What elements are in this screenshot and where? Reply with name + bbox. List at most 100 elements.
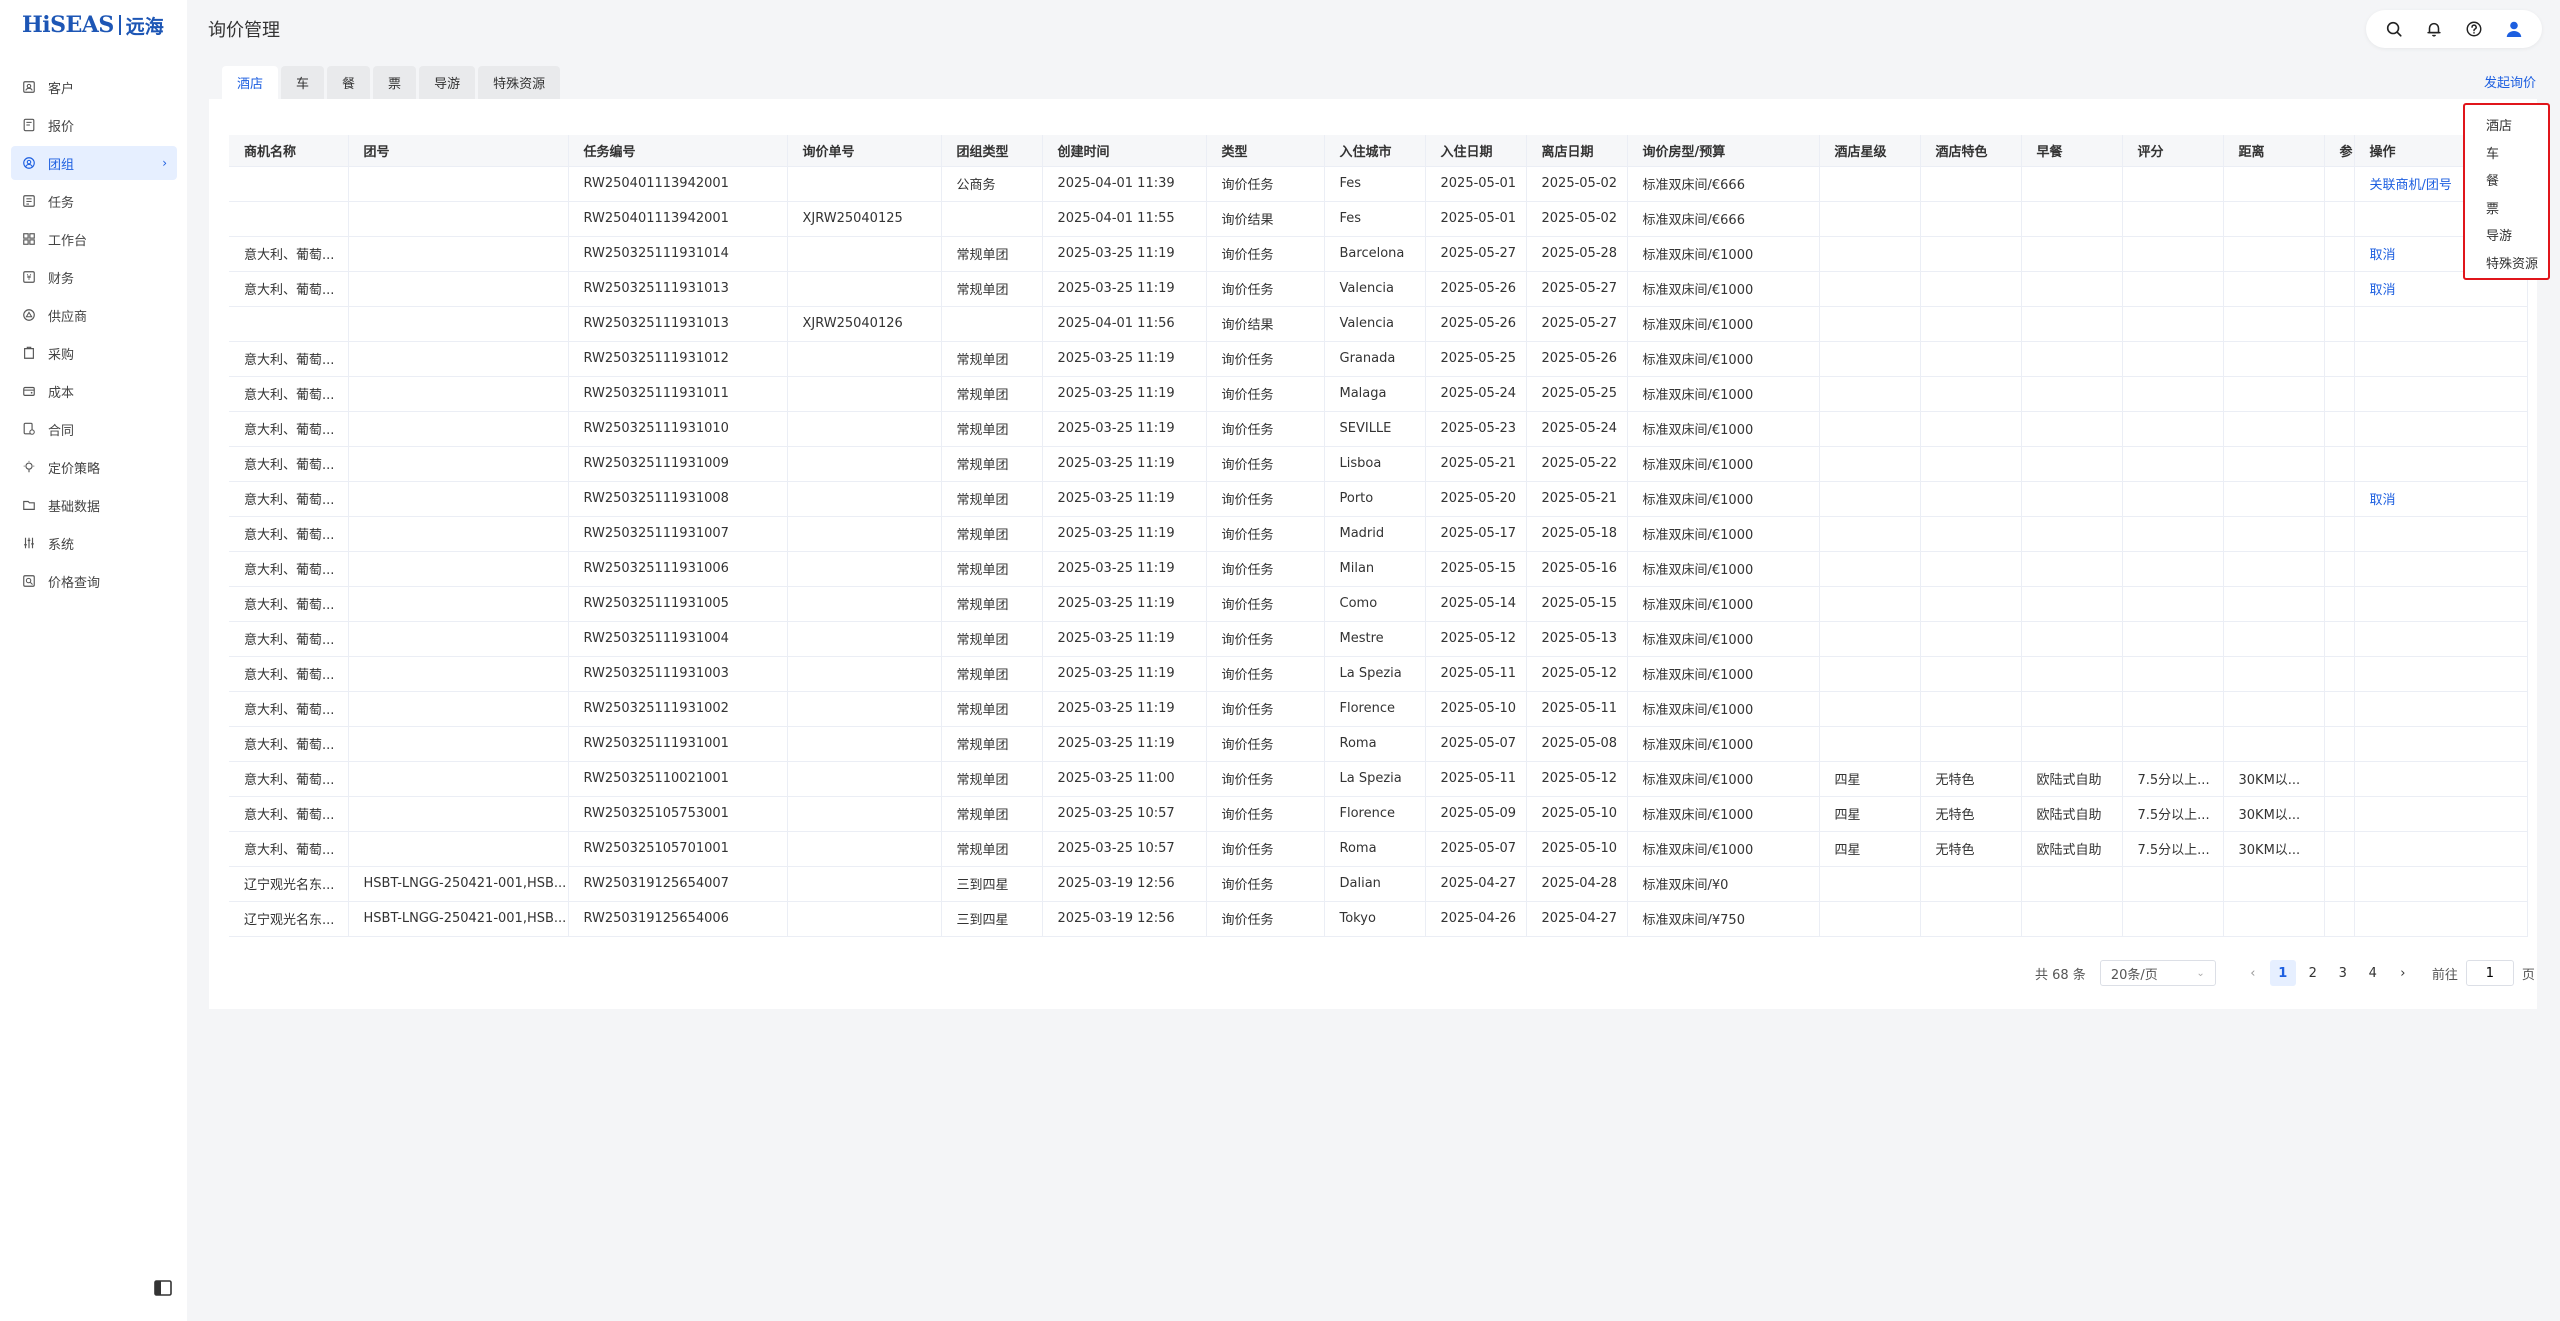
cancel-link[interactable]: 取消 xyxy=(2370,493,2396,508)
table-row: 意大利、葡萄... RW250325111931012 常规单团 2025-03-25… xyxy=(229,341,2528,377)
next-page-button[interactable]: › xyxy=(2390,960,2416,986)
table-cell: RW250325111931009 xyxy=(568,446,788,482)
sidebar-item-purchase[interactable]: 采购 xyxy=(11,336,177,370)
tab-5[interactable]: 特殊资源 xyxy=(478,66,561,99)
table-cell: 2025-05-22 xyxy=(1526,446,1628,482)
table-cell: 2025-03-19 12:56 xyxy=(1042,901,1207,937)
column-header: 入住城市 xyxy=(1324,135,1426,167)
table-cell xyxy=(2354,411,2528,447)
bell-icon[interactable] xyxy=(2420,15,2448,43)
prev-page-button[interactable]: ‹ xyxy=(2240,960,2266,986)
table-cell xyxy=(2223,306,2325,342)
launch-inquiry-button[interactable]: 发起询价 xyxy=(2484,72,2536,91)
table-cell xyxy=(787,866,942,902)
sidebar-item-supplier[interactable]: 供应商 xyxy=(11,298,177,332)
column-header: 酒店特色 xyxy=(1920,135,2022,167)
table-cell: 欧陆式自助 xyxy=(2021,831,2123,867)
table-cell xyxy=(2021,516,2123,552)
table-cell: 7.5分以上... xyxy=(2122,831,2224,867)
pagination-total: 共 68 条 xyxy=(2035,967,2086,983)
sidebar-item-contract[interactable]: 合同 xyxy=(11,412,177,446)
table-cell xyxy=(348,586,569,622)
table-cell xyxy=(787,761,942,797)
sidebar-item-base-data[interactable]: 基础数据 xyxy=(11,488,177,522)
table-cell: RW250325111931013 xyxy=(568,306,788,342)
page-number-button[interactable]: 1 xyxy=(2269,960,2296,986)
table-cell xyxy=(1819,481,1921,517)
table-cell xyxy=(1819,166,1921,202)
table-cell xyxy=(2324,551,2355,587)
dropdown-item-5[interactable]: 特殊资源 xyxy=(2465,249,2548,277)
table-cell: 询价任务 xyxy=(1206,376,1325,412)
sidebar-item-quote[interactable]: 报价 xyxy=(11,108,177,142)
tab-4[interactable]: 导游 xyxy=(419,66,476,99)
cancel-link[interactable]: 取消 xyxy=(2370,248,2396,263)
sidebar-item-group[interactable]: 团组 › xyxy=(11,146,177,180)
table-cell xyxy=(2122,481,2224,517)
column-header: 任务编号 xyxy=(568,135,788,167)
group-icon xyxy=(21,155,37,171)
table-cell: 询价任务 xyxy=(1206,796,1325,832)
table-cell: 常规单团 xyxy=(941,271,1043,307)
table-cell: RW250325110021001 xyxy=(568,761,788,797)
sidebar-item-system[interactable]: 系统 xyxy=(11,526,177,560)
tab-2[interactable]: 餐 xyxy=(327,66,371,99)
page-size-select[interactable]: 20条/页 ⌄ xyxy=(2099,960,2216,986)
logo[interactable]: HiSEAS 远海 xyxy=(22,11,164,39)
table-cell xyxy=(2324,761,2355,797)
help-icon[interactable] xyxy=(2460,15,2488,43)
table-cell xyxy=(2021,341,2123,377)
sidebar-item-label: 工作台 xyxy=(48,233,88,249)
table-cell: 意大利、葡萄... xyxy=(229,831,349,867)
search-icon[interactable] xyxy=(2380,15,2408,43)
dropdown-item-0[interactable]: 酒店 xyxy=(2465,111,2548,139)
sidebar-item-finance[interactable]: ¥ 财务 xyxy=(11,260,177,294)
table-cell xyxy=(787,271,942,307)
sidebar-item-price-query[interactable]: 价格查询 xyxy=(11,564,177,598)
sidebar-collapse-icon[interactable] xyxy=(154,1280,172,1296)
dropdown-item-4[interactable]: 导游 xyxy=(2465,221,2548,249)
table-cell: 2025-05-10 xyxy=(1526,831,1628,867)
table-cell xyxy=(1920,166,2022,202)
table-cell: 标准双床间/€1000 xyxy=(1627,656,1820,692)
sidebar-item-label: 定价策略 xyxy=(48,461,101,477)
page-number-button[interactable]: 4 xyxy=(2360,960,2386,986)
sidebar-item-label: 系统 xyxy=(48,537,75,553)
sidebar-item-pricing-strategy[interactable]: 定价策略 xyxy=(11,450,177,484)
tab-3[interactable]: 票 xyxy=(373,66,417,99)
cancel-link[interactable]: 取消 xyxy=(2370,283,2396,298)
sidebar-menu: 客户报价团组 › 任务工作台 ¥ 财务供应商采购成本合同定价策略基础数据系统价格查询 xyxy=(11,70,177,602)
content-panel: 商机名称 团号 任务编号 询价单号 团组类型 创建时间 类型 入住城市 入住日期 离店日期 询价房型… xyxy=(209,99,2537,1009)
pagination: 共 68 条 20条/页 ⌄ ‹ 1234 › 前往 页 xyxy=(2035,960,2535,986)
sidebar-item-workbench[interactable]: 工作台 xyxy=(11,222,177,256)
table-cell: 询价结果 xyxy=(1206,201,1325,237)
dropdown-item-2[interactable]: 餐 xyxy=(2465,166,2548,194)
dropdown-item-1[interactable]: 车 xyxy=(2465,139,2548,167)
price-query-icon xyxy=(21,573,37,589)
user-avatar-icon[interactable] xyxy=(2500,15,2528,43)
tab-1[interactable]: 车 xyxy=(281,66,325,99)
table-cell: 2025-05-07 xyxy=(1425,726,1527,762)
table-row: 意大利、葡萄... RW250325111931001 常规单团 2025-03-25… xyxy=(229,726,2528,762)
dropdown-item-3[interactable]: 票 xyxy=(2465,194,2548,222)
table-cell xyxy=(2122,446,2224,482)
tab-0[interactable]: 酒店 xyxy=(222,66,279,99)
goto-page-input[interactable] xyxy=(2465,960,2514,986)
table-cell: Milan xyxy=(1324,551,1426,587)
table-cell xyxy=(787,796,942,832)
page-number-button[interactable]: 3 xyxy=(2330,960,2356,986)
sidebar-item-task[interactable]: 任务 xyxy=(11,184,177,218)
table-cell xyxy=(2021,726,2123,762)
page-number-button[interactable]: 2 xyxy=(2300,960,2326,986)
table-cell: 询价任务 xyxy=(1206,866,1325,902)
table-cell xyxy=(787,551,942,587)
table-row: 意大利、葡萄... RW250325111931014 常规单团 2025-03-25… xyxy=(229,236,2528,272)
column-header: 团组类型 xyxy=(941,135,1043,167)
sidebar-item-customer[interactable]: 客户 xyxy=(11,70,177,104)
link-opportunity-link[interactable]: 关联商机/团号 xyxy=(2370,178,2452,193)
sidebar-item-cost[interactable]: 成本 xyxy=(11,374,177,408)
table-cell xyxy=(2021,551,2123,587)
contract-icon xyxy=(21,421,37,437)
column-header: 商机名称 xyxy=(229,135,349,167)
table-cell: 2025-05-12 xyxy=(1526,761,1628,797)
